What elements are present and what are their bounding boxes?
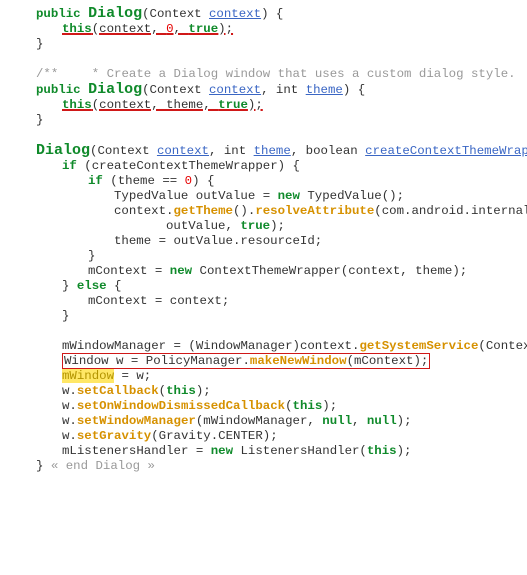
blank-line <box>10 52 527 67</box>
code-line: } « end Dialog » <box>10 459 527 474</box>
highlighted-box: Window w = PolicyManager.makeNewWindow(m… <box>62 353 430 369</box>
comment-line: * Create a Dialog window that uses a cus… <box>66 67 516 82</box>
code-line: Dialog(Context context, int theme, boole… <box>10 143 527 159</box>
type-dialog: Dialog <box>88 5 142 22</box>
code-line: public Dialog(Context context, int theme… <box>10 82 527 98</box>
code-line: w.setWindowManager(mWindowManager, null,… <box>10 414 527 429</box>
code-line: } <box>10 37 527 52</box>
comment-line: /** <box>10 67 58 82</box>
comment-line: * <box>523 67 527 82</box>
code-line: w.setCallback(this); <box>10 384 527 399</box>
code-line: outValue, true); <box>10 219 527 234</box>
code-line: this(context, theme, true); <box>10 98 527 113</box>
code-line: if (createContextThemeWrapper) { <box>10 159 527 174</box>
javadoc-block: /** * Create a Dialog window that uses a… <box>10 67 527 82</box>
code-line: } <box>10 249 527 264</box>
highlight-mwindow: mWindow <box>62 369 114 383</box>
fold-end-marker: « end Dialog » <box>51 459 155 473</box>
code-line: TypedValue outValue = new TypedValue(); <box>10 189 527 204</box>
code-line: context.getTheme().resolveAttribute(com.… <box>10 204 527 219</box>
code-line: mContext = context; <box>10 294 527 309</box>
keyword-public: public <box>36 7 81 21</box>
blank-line <box>10 324 527 339</box>
code-line: if (theme == 0) { <box>10 174 527 189</box>
code-line: public Dialog(Context context) { <box>10 6 527 22</box>
code-line: Window w = PolicyManager.makeNewWindow(m… <box>10 354 527 369</box>
code-line: w.setOnWindowDismissedCallback(this); <box>10 399 527 414</box>
code-line: this(context, 0, true); <box>10 22 527 37</box>
code-line: mListenersHandler = new ListenersHandler… <box>10 444 527 459</box>
code-line: mContext = new ContextThemeWrapper(conte… <box>10 264 527 279</box>
code-line: w.setGravity(Gravity.CENTER); <box>10 429 527 444</box>
code-line: mWindow = w; <box>10 369 527 384</box>
param-context: context <box>209 7 261 21</box>
code-line: } <box>10 309 527 324</box>
code-line: theme = outValue.resourceId; <box>10 234 527 249</box>
code-block: public Dialog(Context context) { this(co… <box>10 6 527 474</box>
code-line: } <box>10 113 527 128</box>
code-line: mWindowManager = (WindowManager)context.… <box>10 339 527 354</box>
blank-line <box>10 128 527 143</box>
code-line: } else { <box>10 279 527 294</box>
